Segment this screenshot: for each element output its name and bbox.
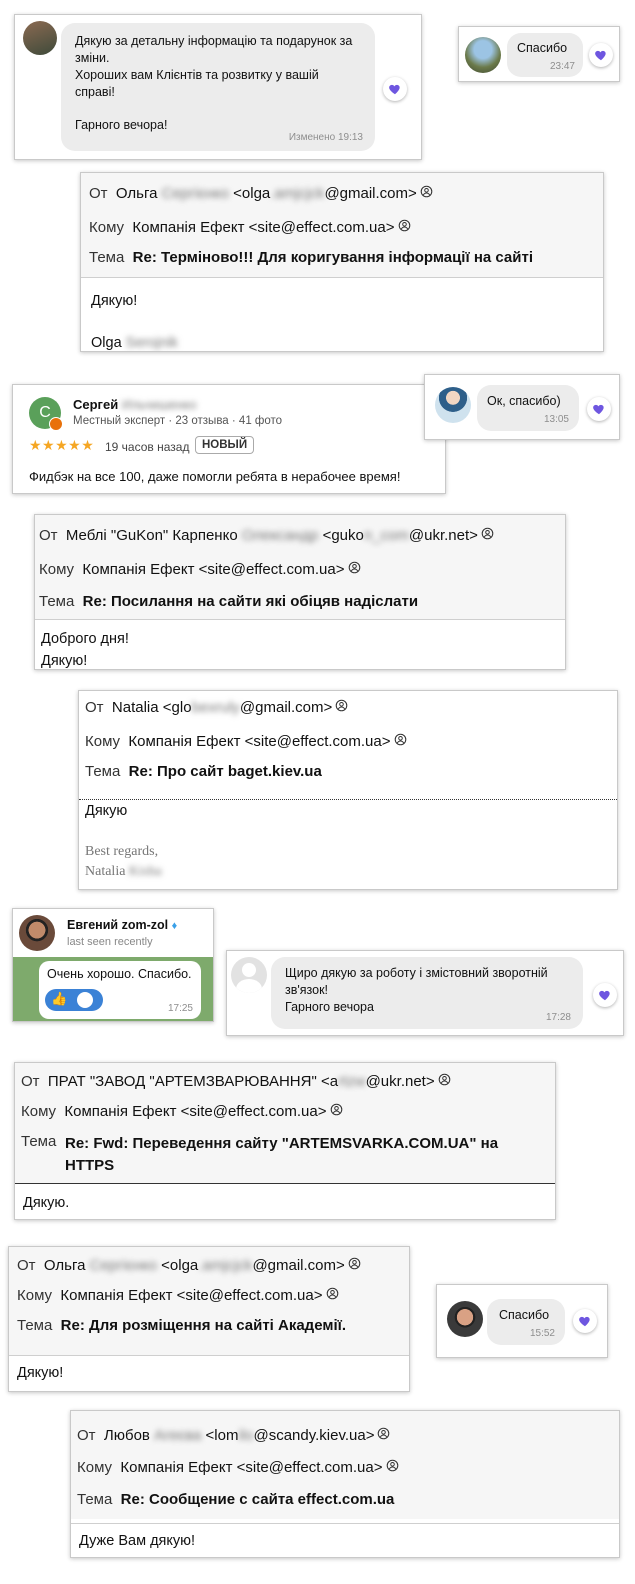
message-bubble: Дякую за детальну інформацію та подаруно… — [61, 23, 375, 151]
email-body: Дякую! — [17, 1365, 64, 1381]
new-badge: НОВЫЙ — [195, 436, 255, 454]
email-card-3: От Natalia <globexruly@gmail.com> Кому К… — [78, 690, 618, 890]
avatar — [19, 915, 55, 951]
heart-reaction-icon[interactable] — [383, 77, 407, 101]
contact-icon — [348, 1257, 361, 1270]
email-body: Дякую! — [91, 293, 138, 309]
contact-name: Евгений zom-zol ♦ — [67, 918, 178, 932]
email-from: От Natalia <globexruly@gmail.com> — [85, 699, 348, 716]
avatar — [465, 37, 501, 73]
local-guide-badge-icon — [49, 417, 63, 431]
heart-reaction-icon[interactable] — [593, 983, 617, 1007]
contact-icon — [438, 1073, 451, 1086]
review-text: Фидбэк на все 100, даже помогли ребята в… — [29, 469, 401, 484]
email-subject-row: Тема Re: Посилання на сайти які обіцяв н… — [39, 593, 419, 610]
email-subject-row: Тема Re: Для розміщення на сайті Академі… — [17, 1317, 346, 1334]
email-to: Кому Компанія Ефект <site@effect.com.ua> — [77, 1459, 399, 1476]
chat-card-1: Дякую за детальну інформацію та подаруно… — [14, 14, 422, 160]
email-card-5: От Ольга Сергієнко <olga.amjcjck@gmail.c… — [8, 1246, 410, 1392]
email-card-4: От ПРАТ "ЗАВОД "АРТЕМЗВАРЮВАННЯ" <artzw@… — [14, 1062, 556, 1220]
message-time: 15:52 — [529, 1328, 555, 1339]
email-card-2: От Меблі "GuKon" Карпенко Олександр <guk… — [34, 514, 566, 670]
email-from: От Меблі "GuKon" Карпенко Олександр <guk… — [39, 527, 494, 544]
chat-card-2: Спасибо 23:47 — [458, 26, 620, 82]
email-body: Дякую. — [23, 1195, 70, 1211]
message-bubble: Щиро дякую за роботу і змістовний зворот… — [271, 957, 583, 1029]
contact-status: last seen recently — [67, 936, 153, 948]
message-text: Спасибо — [517, 41, 568, 55]
message-bubble: Спасибо 15:52 — [487, 1299, 565, 1345]
message-time: 13:05 — [543, 414, 569, 425]
contact-icon — [348, 561, 361, 574]
email-to: Кому Компанія Ефект <site@effect.com.ua> — [89, 219, 411, 236]
chat-card-4: Щиро дякую за роботу і змістовний зворот… — [226, 950, 624, 1036]
email-regards: Best regards, — [85, 844, 159, 859]
email-to: Кому Компанія Ефект <site@effect.com.ua> — [17, 1287, 339, 1304]
contact-icon — [481, 527, 494, 540]
message-time: 23:47 — [549, 61, 575, 72]
email-from: От Ольга Сергієнко <olga.amjcjck@gmail.c… — [89, 185, 433, 202]
avatar — [23, 21, 57, 55]
email-signature: Olga Serojnik — [91, 335, 179, 351]
contact-icon — [326, 1287, 339, 1300]
email-subject-row: Тема Re: Про сайт baget.kiev.ua — [85, 763, 322, 780]
message-text: Щиро дякую за роботу і змістовний зворот… — [285, 966, 548, 1014]
email-card-6: От Любов Агеєва <lomilo@scandy.kiev.ua> … — [70, 1410, 620, 1558]
contact-icon — [420, 185, 433, 198]
message-bubble: Спасибо 23:47 — [507, 33, 583, 77]
message-text: Ок, спасибо) — [487, 394, 561, 408]
heart-reaction-icon[interactable] — [589, 43, 613, 67]
email-from: От ПРАТ "ЗАВОД "АРТЕМЗВАРЮВАННЯ" <artzw@… — [21, 1073, 451, 1090]
email-from: От Ольга Сергієнко <olga.amjcjck@gmail.c… — [17, 1257, 361, 1274]
review-age: 19 часов назад — [105, 440, 190, 454]
rating-stars: ★★★★★ — [29, 437, 95, 453]
contact-icon — [386, 1459, 399, 1472]
email-to: Кому Компанія Ефект <site@effect.com.ua> — [85, 733, 407, 750]
thumbs-up-icon: 👍 — [51, 991, 68, 1006]
message-time: 17:28 — [545, 1012, 571, 1023]
reviewer-meta: Местный эксперт · 23 отзыва · 41 фото — [73, 415, 283, 427]
default-avatar-icon — [231, 957, 267, 993]
message-time: Изменено 19:13 — [288, 132, 363, 143]
telegram-card: Евгений zom-zol ♦ last seen recently Оче… — [12, 908, 214, 1022]
message-text: Очень хорошо. Спасибо. — [47, 967, 192, 981]
email-body: Дякую — [85, 803, 128, 819]
heart-reaction-icon[interactable] — [573, 1309, 597, 1333]
email-card-1: От Ольга Сергієнко <olga.amjcjck@gmail.c… — [80, 172, 604, 352]
message-text: Спасибо — [499, 1308, 550, 1322]
email-subject-row: Тема Re: Сообщение с сайта effect.com.ua — [77, 1491, 395, 1508]
email-to: Кому Компанія Ефект <site@effect.com.ua> — [39, 561, 361, 578]
avatar — [435, 387, 471, 423]
reaction-pill[interactable]: 👍 — [45, 989, 103, 1011]
email-body: Дуже Вам дякую! — [79, 1533, 196, 1549]
message-time: 17:25 — [167, 1003, 193, 1014]
message-text: Дякую за детальну інформацію та подаруно… — [75, 34, 353, 133]
message-bubble: Ок, спасибо) 13:05 — [477, 385, 579, 431]
contact-icon — [335, 699, 348, 712]
contact-icon — [398, 219, 411, 232]
email-from: От Любов Агеєва <lomilo@scandy.kiev.ua> — [77, 1427, 390, 1444]
email-body: Доброго дня! Дякую! — [41, 631, 129, 669]
avatar — [447, 1301, 483, 1337]
contact-icon — [394, 733, 407, 746]
chat-card-3: Ок, спасибо) 13:05 — [424, 374, 620, 440]
reviewer-name: Сергей Ильчишенко — [73, 397, 197, 412]
contact-icon — [330, 1103, 343, 1116]
chat-card-5: Спасибо 15:52 — [436, 1284, 608, 1358]
message-bubble: Очень хорошо. Спасибо. 👍 17:25 — [39, 961, 201, 1019]
email-to: Кому Компанія Ефект <site@effect.com.ua> — [21, 1103, 343, 1120]
reactor-avatar — [77, 992, 93, 1008]
contact-icon — [377, 1427, 390, 1440]
email-signature: Natalia Kisha — [85, 864, 162, 879]
email-subject-row: Тема Re: Fwd: Переведення сайту "ARTEMSV… — [21, 1133, 499, 1174]
email-subject-row: Тема Re: Терміново!!! Для коригування ін… — [89, 249, 534, 266]
review-card: С Сергей Ильчишенко Местный эксперт · 23… — [12, 384, 446, 494]
verified-icon: ♦ — [171, 920, 178, 932]
heart-reaction-icon[interactable] — [587, 397, 611, 421]
